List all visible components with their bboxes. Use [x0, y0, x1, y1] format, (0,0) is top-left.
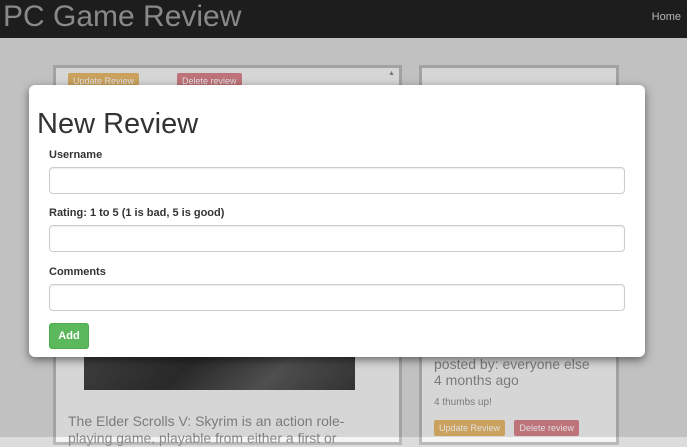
- comments-input[interactable]: [49, 284, 625, 311]
- modal-title: New Review: [37, 108, 199, 140]
- comments-label: Comments: [49, 266, 106, 278]
- rating-input[interactable]: [49, 225, 625, 252]
- rating-label: Rating: 1 to 5 (1 is bad, 5 is good): [49, 207, 225, 219]
- username-input[interactable]: [49, 167, 625, 194]
- add-button[interactable]: Add: [49, 323, 89, 349]
- username-label: Username: [49, 149, 103, 161]
- new-review-modal: New Review Username Rating: 1 to 5 (1 is…: [29, 85, 645, 357]
